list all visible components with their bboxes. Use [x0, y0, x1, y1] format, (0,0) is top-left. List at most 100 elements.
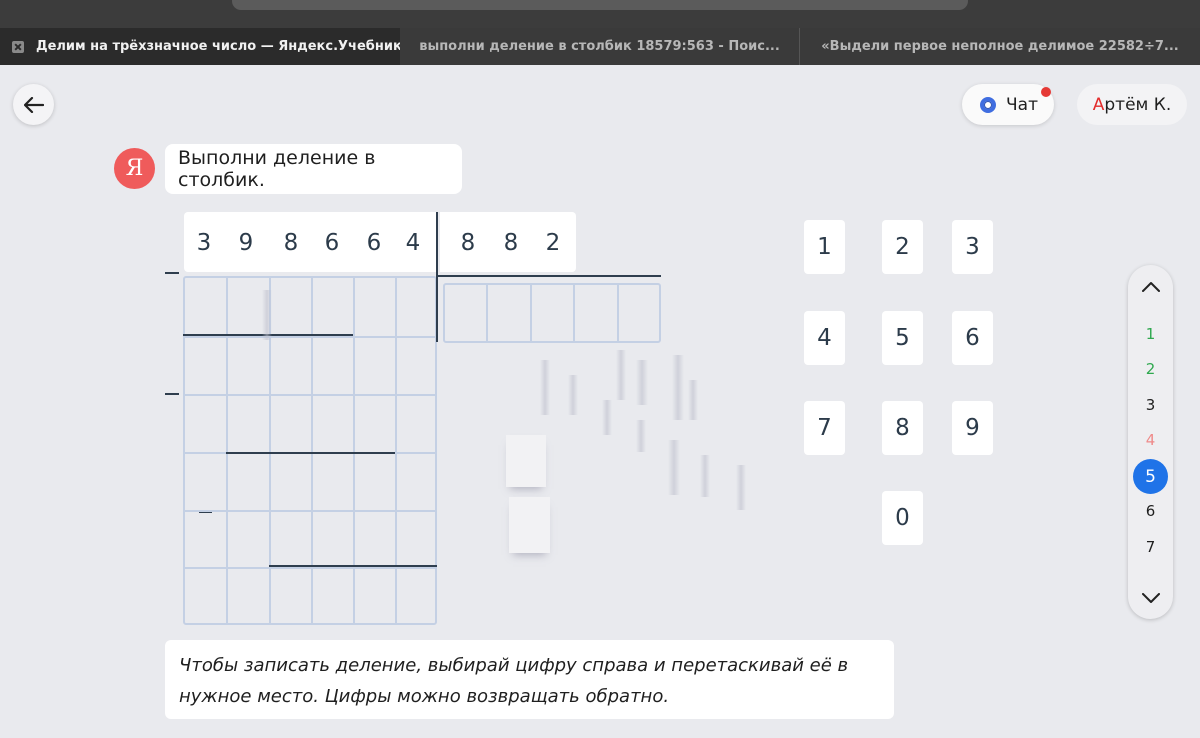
drag-ghost: [688, 380, 698, 420]
key-label: 9: [965, 415, 980, 441]
drag-ghost: [736, 465, 746, 510]
back-button[interactable]: [13, 84, 54, 125]
drag-ghost-tile: [509, 497, 550, 553]
browser-top-bar: [0, 0, 1200, 28]
grid-line: [353, 278, 355, 623]
drag-ghost: [602, 400, 612, 435]
digit-key-9[interactable]: 9: [952, 401, 993, 455]
tab-current[interactable]: Делим на трёхзначное число — Яндекс.Учеб…: [0, 28, 400, 65]
drag-ghost-tile: [506, 435, 546, 487]
step-7[interactable]: 7: [1128, 538, 1173, 556]
digit-key-4[interactable]: 4: [804, 311, 845, 365]
tab-other[interactable]: «Выдели первое неполное делимое 22582÷7.…: [800, 28, 1200, 65]
user-name-initial: А: [1092, 94, 1105, 115]
key-label: 3: [965, 234, 980, 260]
dividend-work-grid[interactable]: [183, 276, 437, 625]
step-label: 2: [1145, 360, 1156, 378]
step-6[interactable]: 6: [1128, 502, 1173, 520]
chevron-up-icon: [1141, 281, 1160, 292]
step-label: 1: [1145, 325, 1156, 343]
divisor-digit: 2: [545, 230, 561, 256]
key-label: 1: [817, 234, 832, 260]
subtraction-line: [226, 452, 395, 454]
grid-line: [185, 336, 435, 338]
digit-key-7[interactable]: 7: [804, 401, 845, 455]
grid-line: [617, 285, 619, 341]
drag-ghost: [262, 290, 272, 340]
dividend-digit: 6: [324, 230, 340, 256]
key-label: 4: [817, 325, 832, 351]
grid-line: [311, 278, 313, 623]
chat-button[interactable]: Чат: [962, 84, 1054, 125]
step-5-current[interactable]: 5: [1133, 459, 1168, 494]
grid-line: [185, 394, 435, 396]
grid-line: [395, 278, 397, 623]
grid-line: [226, 278, 228, 623]
key-label: 0: [895, 505, 910, 531]
tab-search[interactable]: выполни деление в столбик 18579:563 - По…: [400, 28, 800, 65]
dividend-box: [184, 212, 437, 272]
quotient-grid[interactable]: [443, 283, 661, 343]
key-label: 2: [895, 234, 910, 260]
division-horizontal-bar: [437, 275, 661, 277]
drag-ghost: [636, 420, 646, 452]
avatar-letter: Я: [125, 156, 144, 181]
dividend-digit: 8: [283, 230, 299, 256]
tab-title: выполни деление в столбик 18579:563 - По…: [419, 39, 780, 54]
dividend-digit: 3: [196, 230, 212, 256]
step-4[interactable]: 4: [1128, 431, 1173, 449]
address-bar[interactable]: [232, 0, 968, 10]
hint-line: Чтобы записать деление, выбирай цифру сп…: [179, 655, 849, 676]
drag-ghost: [668, 440, 680, 495]
grid-line: [573, 285, 575, 341]
chevron-down-icon: [1141, 592, 1160, 603]
digit-key-6[interactable]: 6: [952, 311, 993, 365]
step-label: 3: [1145, 396, 1156, 414]
notification-dot: [1041, 87, 1051, 97]
divisor-digit: 8: [460, 230, 476, 256]
step-label: 6: [1145, 502, 1156, 520]
yandex-avatar: Я: [114, 148, 155, 189]
step-1[interactable]: 1: [1128, 325, 1173, 343]
digit-key-8[interactable]: 8: [882, 401, 923, 455]
key-label: 5: [895, 325, 910, 351]
division-vertical-bar: [436, 212, 438, 342]
dividend-digit: 9: [238, 230, 254, 256]
drag-ghost: [700, 455, 710, 497]
tab-title: «Выдели первое неполное делимое 22582÷7.…: [821, 39, 1179, 54]
grid-line: [530, 285, 532, 341]
minus-sign: [165, 393, 179, 395]
browser-tabs: Делим на трёхзначное число — Яндекс.Учеб…: [0, 28, 1200, 65]
arrow-left-icon: [23, 96, 44, 113]
digit-key-3[interactable]: 3: [952, 220, 993, 274]
step-label: 5: [1145, 466, 1156, 487]
dividend-digit: 4: [405, 230, 421, 256]
drag-ghost: [616, 350, 626, 400]
digit-key-1[interactable]: 1: [804, 220, 845, 274]
key-label: 7: [817, 415, 832, 441]
drag-ghost: [636, 360, 648, 405]
key-label: 6: [965, 325, 980, 351]
drag-ghost: [540, 360, 550, 415]
digit-key-0[interactable]: 0: [882, 491, 923, 545]
digit-key-2[interactable]: 2: [882, 220, 923, 274]
chat-icon: [980, 96, 996, 113]
close-icon[interactable]: [12, 40, 24, 53]
message-text: Выполни деление в столбик.: [178, 147, 376, 191]
dividend-digit: 6: [366, 230, 382, 256]
step-2[interactable]: 2: [1128, 360, 1173, 378]
stepper-down-button[interactable]: [1128, 583, 1173, 613]
step-label: 7: [1145, 538, 1156, 556]
divisor-digit: 8: [503, 230, 519, 256]
hint-box: Чтобы записать деление, выбирай цифру сп…: [165, 640, 894, 719]
key-label: 8: [895, 415, 910, 441]
user-name-rest: ртём К.: [1104, 94, 1172, 115]
stepper-up-button[interactable]: [1128, 271, 1173, 301]
user-button[interactable]: Артём К.: [1077, 84, 1187, 125]
drag-ghost: [568, 375, 578, 415]
grid-line: [185, 567, 435, 569]
chat-label: Чат: [1006, 94, 1038, 115]
drag-ghost: [672, 355, 684, 420]
step-3[interactable]: 3: [1128, 396, 1173, 414]
digit-key-5[interactable]: 5: [882, 311, 923, 365]
